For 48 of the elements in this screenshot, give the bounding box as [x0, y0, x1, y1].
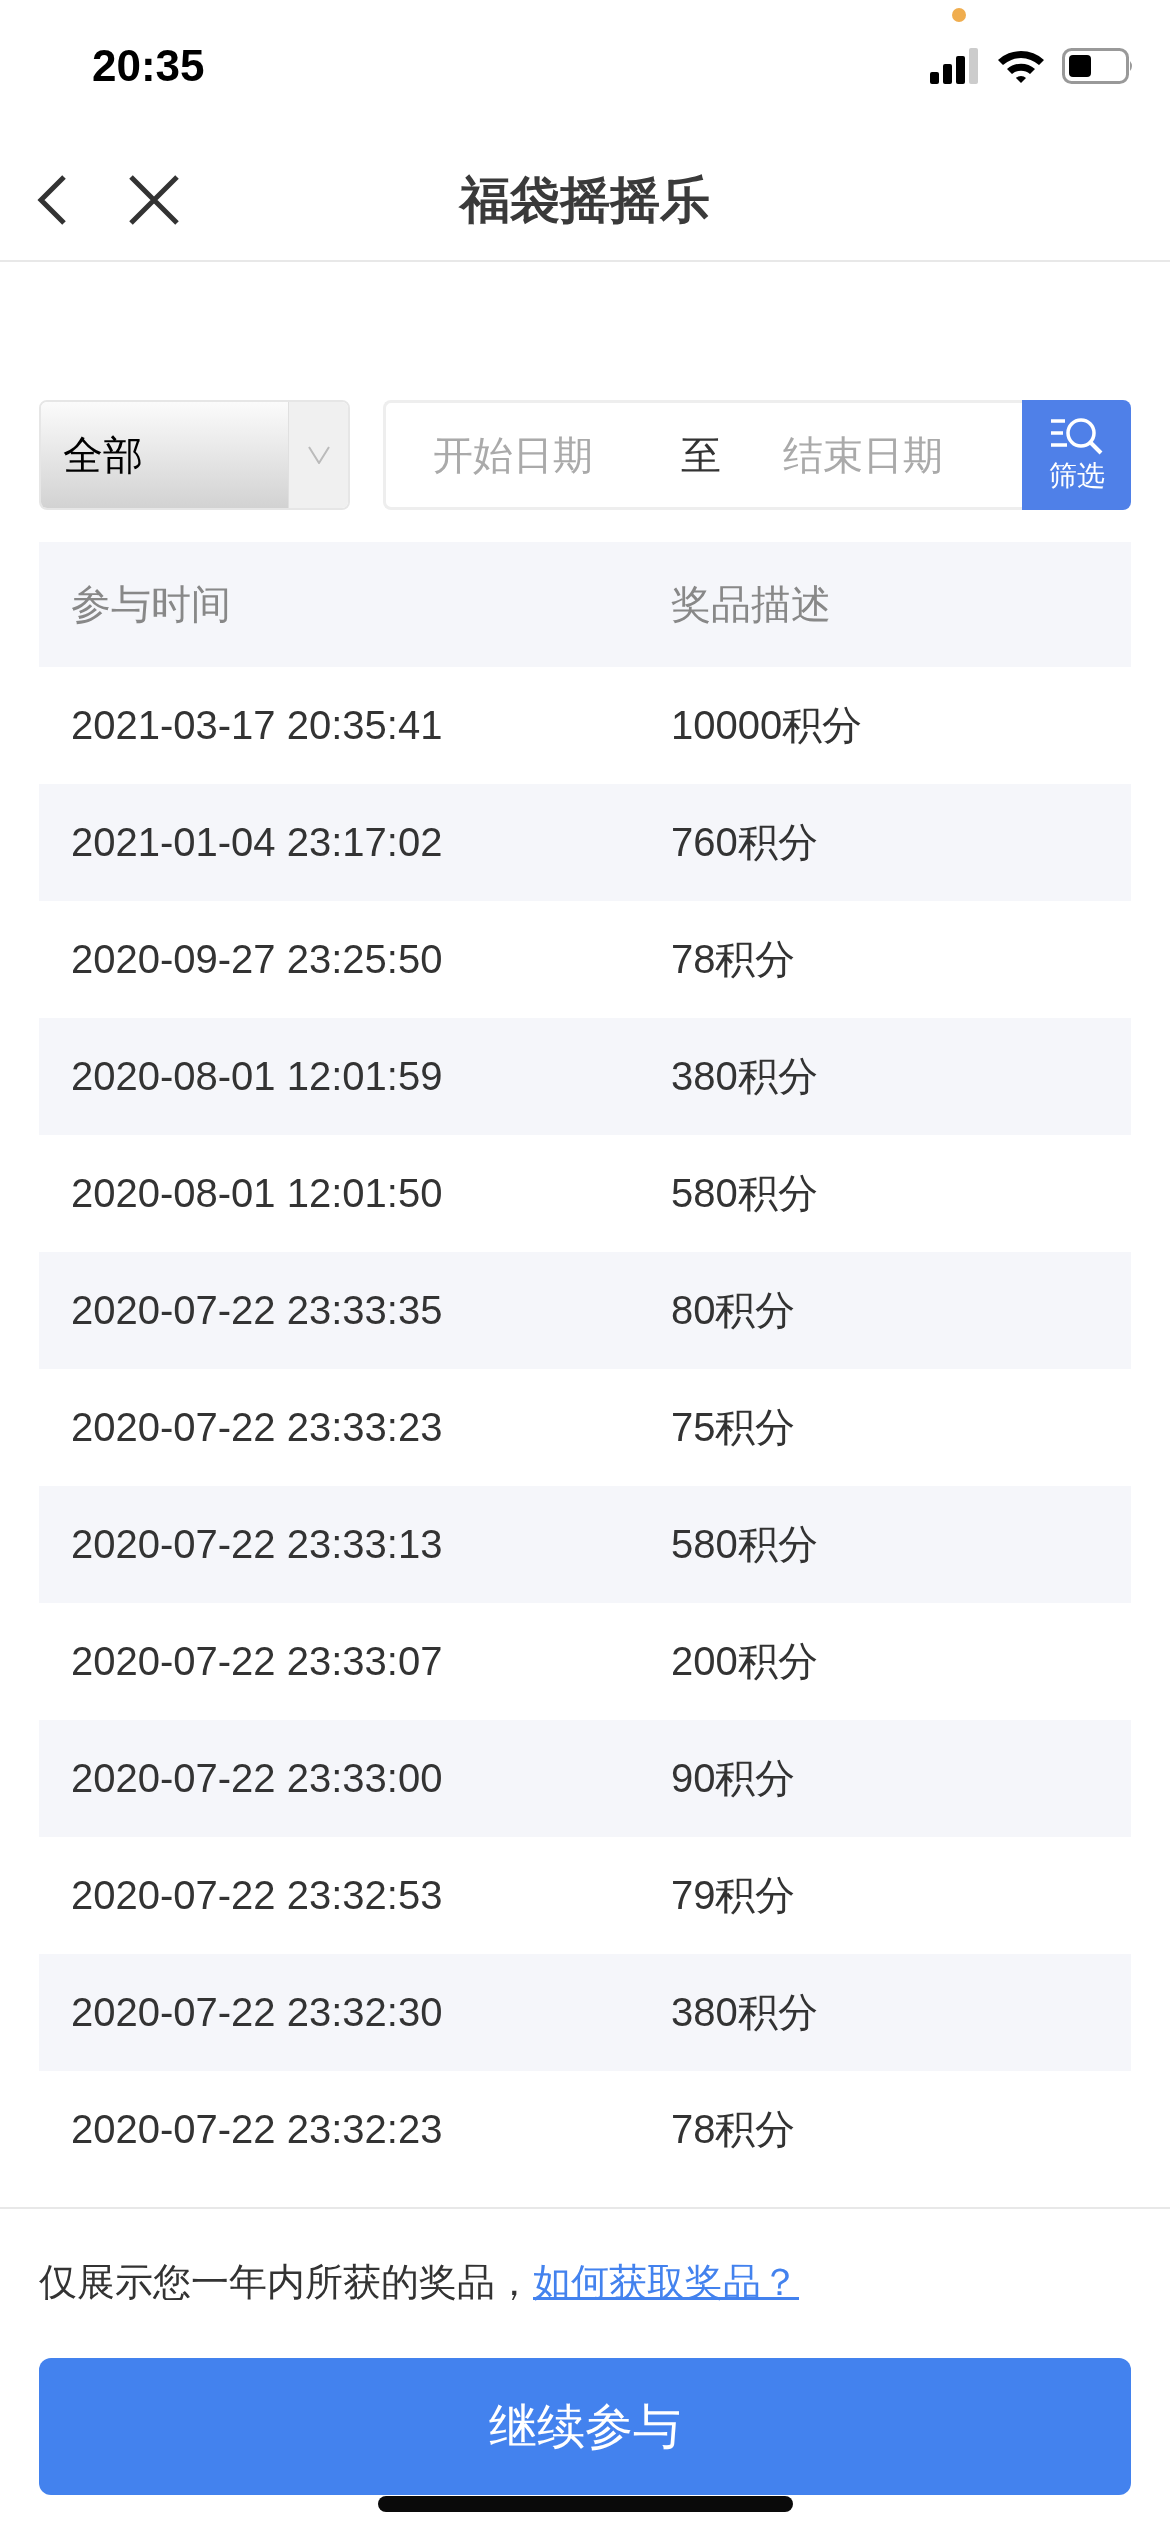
- time-cell-text: 2020-07-22 23:32:23: [71, 2107, 444, 2152]
- time-cell-text: 2020-08-01 12:01:59: [71, 1054, 444, 1099]
- time-cell-text: 2020-07-22 23:33:07: [71, 1639, 444, 1684]
- prize-cell-text: 90积分: [671, 1755, 796, 1802]
- prize-cell-text: 78积分: [671, 2106, 796, 2153]
- signal-icon: [930, 48, 980, 84]
- prize-cell-text: 760积分: [671, 819, 818, 866]
- page-title: 福袋摇摇乐: [457, 169, 711, 231]
- time-cell-text: 2020-08-01 12:01:50: [71, 1171, 444, 1216]
- prize-cell-text: 580积分: [671, 1170, 818, 1217]
- wifi-icon: [996, 48, 1046, 84]
- prize-cell-text: 79积分: [671, 1872, 796, 1919]
- back-button[interactable]: [36, 174, 68, 226]
- prize-cell-text: 75积分: [671, 1404, 796, 1451]
- time-cell-text: 2020-07-22 23:33:23: [71, 1405, 444, 1450]
- time-cell-text: 2021-01-04 23:17:02: [71, 820, 444, 865]
- filter-button[interactable]: 筛选: [1022, 400, 1131, 510]
- search-icon: [1048, 415, 1105, 455]
- prize-cell-text: 580积分: [671, 1521, 818, 1568]
- time-cell-text: 2020-07-22 23:33:35: [71, 1288, 444, 1333]
- time-cell-text: 2020-07-22 23:33:00: [71, 1756, 444, 1801]
- time-cell-text: 2020-09-27 23:25:50: [71, 937, 444, 982]
- prize-cell-text: 200积分: [671, 1638, 818, 1685]
- time-cell-text: 2020-07-22 23:32:30: [71, 1990, 444, 2035]
- prize-cell-text: 380积分: [671, 1053, 818, 1100]
- caret-icon: [307, 446, 330, 464]
- prize-cell-text: 78积分: [671, 936, 796, 983]
- prize-cell-text: 380积分: [671, 1989, 818, 2036]
- column-header: 参与时间: [71, 580, 232, 629]
- footer-note: 仅展示您一年内所获的奖品，如何获取奖品？: [39, 2259, 800, 2306]
- continue-button[interactable]: 继续参与: [39, 2358, 1131, 2495]
- time-cell-text: 2020-07-22 23:33:13: [71, 1522, 444, 1567]
- help-link[interactable]: 如何获取奖品？: [533, 2260, 799, 2304]
- back-icon: [36, 174, 68, 226]
- category-dropdown[interactable]: 全部: [39, 400, 350, 510]
- end-date-field[interactable]: 结束日期: [781, 431, 981, 479]
- time-cell-text: 2021-03-17 20:35:41: [71, 703, 444, 748]
- start-date-field[interactable]: 开始日期: [431, 431, 631, 479]
- status-time: 20:35: [92, 41, 205, 91]
- column-header: 奖品描述: [671, 580, 831, 629]
- close-icon: [128, 174, 180, 226]
- range-separator: 至: [681, 430, 721, 480]
- battery-icon: [1062, 48, 1134, 84]
- privacy-dot-icon: [952, 8, 966, 22]
- time-cell-text: 2020-07-22 23:32:53: [71, 1873, 444, 1918]
- prize-cell-text: 10000积分: [671, 702, 863, 749]
- prize-cell-text: 80积分: [671, 1287, 796, 1334]
- close-button[interactable]: [128, 174, 180, 226]
